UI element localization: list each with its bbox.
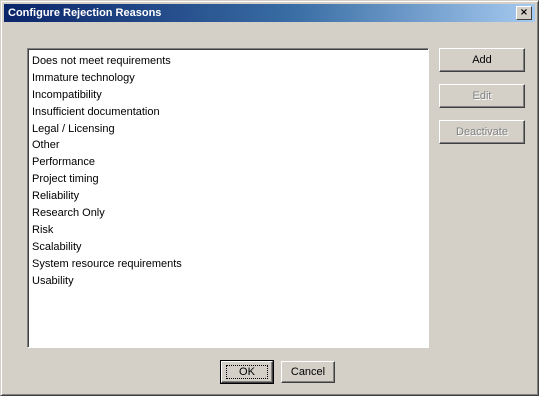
- list-item[interactable]: Reliability: [32, 188, 428, 205]
- close-icon: ×: [519, 7, 529, 18]
- list-item[interactable]: Insufficient documentation: [32, 104, 428, 121]
- list-item[interactable]: Other: [32, 137, 428, 154]
- deactivate-button[interactable]: Deactivate: [439, 120, 525, 144]
- window-title: Configure Rejection Reasons: [8, 7, 162, 19]
- list-item[interactable]: System resource requirements: [32, 256, 428, 273]
- list-item[interactable]: Usability: [32, 273, 428, 290]
- cancel-button[interactable]: Cancel: [281, 361, 335, 383]
- close-button[interactable]: ×: [516, 6, 532, 20]
- ok-button-label: OK: [239, 366, 255, 378]
- list-item[interactable]: Scalability: [32, 239, 428, 256]
- list-item[interactable]: Research Only: [32, 205, 428, 222]
- edit-button[interactable]: Edit: [439, 84, 525, 108]
- add-button[interactable]: Add: [439, 48, 525, 72]
- ok-button[interactable]: OK: [220, 360, 274, 384]
- rejection-reasons-list[interactable]: Does not meet requirements Immature tech…: [27, 48, 429, 348]
- list-item[interactable]: Project timing: [32, 171, 428, 188]
- list-item[interactable]: Legal / Licensing: [32, 121, 428, 138]
- list-item[interactable]: Performance: [32, 154, 428, 171]
- list-item[interactable]: Does not meet requirements: [32, 53, 428, 70]
- list-item[interactable]: Incompatibility: [32, 87, 428, 104]
- list-item[interactable]: Immature technology: [32, 70, 428, 87]
- list-item[interactable]: Risk: [32, 222, 428, 239]
- configure-rejection-reasons-dialog: Configure Rejection Reasons × Does not m…: [0, 0, 539, 396]
- title-bar[interactable]: Configure Rejection Reasons ×: [4, 4, 535, 22]
